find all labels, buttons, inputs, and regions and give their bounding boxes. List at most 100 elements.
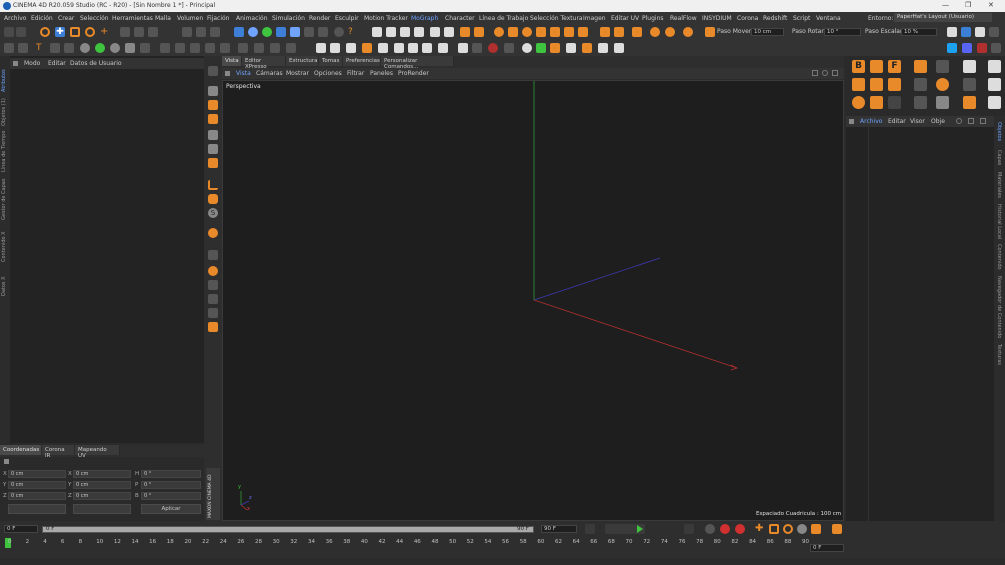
- insydium-icon-2[interactable]: [988, 78, 1001, 91]
- tab-vista[interactable]: Vista: [222, 56, 242, 66]
- om-search-icon[interactable]: [956, 118, 962, 124]
- tab-mapeando-uv[interactable]: Mapeando UV: [75, 445, 120, 459]
- record-mode-icon[interactable]: [705, 524, 715, 534]
- twitter-icon[interactable]: [947, 43, 957, 53]
- discord-icon[interactable]: [962, 43, 972, 53]
- scale-icon[interactable]: [70, 27, 80, 37]
- scene-icon[interactable]: [304, 27, 314, 37]
- tab-editor-xpresso[interactable]: Editor XPresso: [242, 56, 286, 70]
- edges-mode-icon[interactable]: [208, 130, 218, 140]
- layout4-icon[interactable]: [989, 27, 999, 37]
- arrow-right-icon[interactable]: [888, 78, 901, 91]
- cube-gray-icon[interactable]: [936, 96, 949, 109]
- grid-icon[interactable]: [963, 60, 976, 73]
- current-frame-input[interactable]: 0 F: [810, 544, 844, 552]
- mesh4-icon[interactable]: [205, 43, 215, 53]
- om-filter-icon[interactable]: [968, 118, 974, 124]
- deformer-icon[interactable]: [290, 27, 300, 37]
- snap-icon[interactable]: [705, 27, 715, 37]
- tool-a-icon[interactable]: [208, 280, 218, 290]
- fire-icon[interactable]: [550, 27, 560, 37]
- axis-mode-icon[interactable]: [208, 180, 218, 190]
- key-param-icon[interactable]: [797, 524, 807, 534]
- model-mode-icon[interactable]: [208, 66, 218, 76]
- tab-coordenadas[interactable]: Coordenadas: [0, 445, 42, 455]
- doc-icon[interactable]: [372, 27, 382, 37]
- autokey-icon[interactable]: [735, 524, 745, 534]
- gear3-icon[interactable]: [683, 27, 693, 37]
- timeline-menu-icon[interactable]: [832, 524, 842, 534]
- viewport-nav-rotate-icon[interactable]: [822, 70, 828, 76]
- tool13-icon[interactable]: [566, 43, 576, 53]
- orb-icon[interactable]: [936, 78, 949, 91]
- spark-icon[interactable]: [963, 78, 976, 91]
- menu-malla[interactable]: Malla: [155, 15, 171, 22]
- render-picture-icon[interactable]: [196, 27, 206, 37]
- array-icon[interactable]: [276, 27, 286, 37]
- om-menu-visor[interactable]: Visor: [910, 118, 925, 125]
- tool12-icon[interactable]: [550, 43, 560, 53]
- mesh7-icon[interactable]: [254, 43, 264, 53]
- attributes-menu-modo[interactable]: Modo: [24, 60, 40, 67]
- doc5-icon[interactable]: [430, 27, 440, 37]
- vtab-navegador-r[interactable]: Navegador de Contenido: [996, 276, 1002, 342]
- viewport-nav-zoom-icon[interactable]: [832, 70, 838, 76]
- tool4-icon[interactable]: [422, 43, 432, 53]
- tool10-icon[interactable]: [522, 43, 532, 53]
- end-frame-input[interactable]: 90 F: [541, 525, 577, 533]
- insydium-icon-1[interactable]: [988, 60, 1001, 73]
- empty-slot-icon[interactable]: [888, 96, 901, 109]
- polygons-mode-icon[interactable]: [208, 144, 218, 154]
- vtab-materiales-r[interactable]: Materiales: [996, 172, 1002, 202]
- plus-icon[interactable]: +: [100, 27, 110, 37]
- particle-icon[interactable]: [536, 27, 546, 37]
- crown-icon[interactable]: [914, 60, 927, 73]
- vtab-objetos-r[interactable]: Objetos: [996, 122, 1002, 148]
- mesh6-icon[interactable]: [238, 43, 248, 53]
- key-move-icon[interactable]: ✚: [755, 524, 765, 534]
- uv-mode-icon[interactable]: [208, 158, 218, 168]
- menu-insydium[interactable]: INSYDIUM: [702, 15, 732, 22]
- xp-icon[interactable]: [508, 27, 518, 37]
- paint-icon[interactable]: [95, 43, 105, 53]
- tool6-icon[interactable]: [458, 43, 468, 53]
- cube-icon[interactable]: [234, 27, 244, 37]
- dots-icon[interactable]: [914, 78, 927, 91]
- wind-icon[interactable]: [578, 27, 588, 37]
- vtab-objetos[interactable]: Objetos (1): [1, 94, 7, 126]
- light-icon[interactable]: [334, 27, 344, 37]
- workplane-icon[interactable]: [208, 100, 218, 110]
- rotate-tool-icon[interactable]: [208, 266, 218, 276]
- rotate-icon[interactable]: [85, 27, 95, 37]
- extra-icon[interactable]: [991, 43, 1001, 53]
- vtab-texturas-r[interactable]: Texturas: [996, 344, 1002, 374]
- tool14-icon[interactable]: [582, 43, 592, 53]
- menu-seleccion-textura[interactable]: Selección Textura: [530, 15, 583, 22]
- om-menu-objetos[interactable]: Obje: [931, 118, 945, 125]
- texture-mode-icon[interactable]: [208, 86, 218, 96]
- key-rotate-icon[interactable]: [783, 524, 793, 534]
- menu-realflow[interactable]: RealFlow: [670, 15, 697, 22]
- menu-script[interactable]: Script: [793, 15, 810, 22]
- coord-pos-z-input[interactable]: 0 cm: [8, 492, 66, 500]
- mesh9-icon[interactable]: [286, 43, 296, 53]
- folder-icon[interactable]: [316, 43, 326, 53]
- doc4-icon[interactable]: [414, 27, 424, 37]
- tool-icon[interactable]: [378, 43, 388, 53]
- key-point-icon[interactable]: [811, 524, 821, 534]
- menu-redshift[interactable]: Redshift: [763, 15, 787, 22]
- tool7-icon[interactable]: [472, 43, 482, 53]
- axis-x-icon[interactable]: [120, 27, 130, 37]
- tool2-icon[interactable]: [394, 43, 404, 53]
- vtab-capas-r[interactable]: Capas: [996, 150, 1002, 170]
- mirror-icon[interactable]: [140, 43, 150, 53]
- settings-gear-icon[interactable]: [650, 27, 660, 37]
- menu-esculpir[interactable]: Esculpir: [335, 15, 359, 22]
- subdivision-icon[interactable]: [262, 27, 272, 37]
- move-icon[interactable]: ✚: [55, 27, 65, 37]
- viewport-menu-opciones[interactable]: Opciones: [314, 70, 342, 77]
- menu-edicion[interactable]: Edición: [31, 15, 53, 22]
- tweak-icon[interactable]: [208, 194, 218, 204]
- start-frame-input[interactable]: 0 F: [4, 525, 38, 533]
- key-scale-icon[interactable]: [769, 524, 779, 534]
